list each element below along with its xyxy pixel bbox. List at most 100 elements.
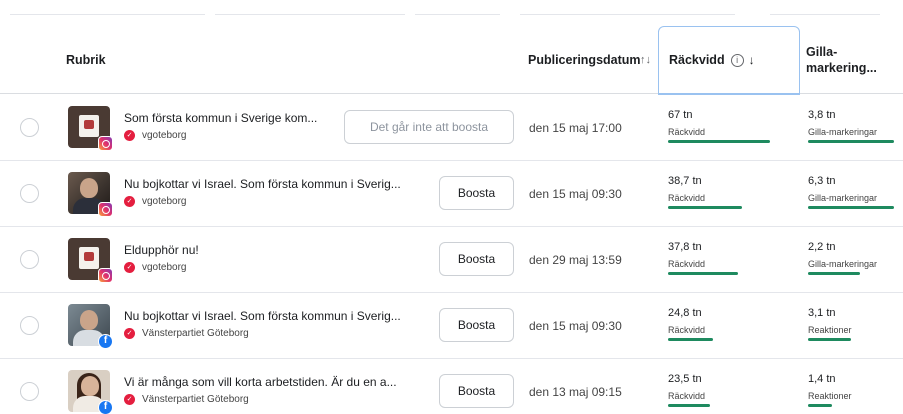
sort-icon[interactable]: ↑↓ <box>640 52 651 68</box>
boost-button[interactable]: Boosta <box>439 176 514 210</box>
reach-value: 37,8 tn <box>668 241 702 253</box>
likes-bar <box>808 140 894 143</box>
reach-value: 67 tn <box>668 109 693 121</box>
reach-bar <box>668 140 770 143</box>
shield-icon: ✓ <box>124 130 135 141</box>
divider <box>520 14 735 15</box>
column-header-likes[interactable]: Gilla-markering... <box>806 26 903 94</box>
likes-metric: 2,2 tn Gilla-markeringar <box>808 241 903 275</box>
divider <box>10 14 205 15</box>
info-icon[interactable]: i <box>730 53 744 67</box>
likes-metric: 3,1 tn Reaktioner <box>808 307 903 341</box>
publish-date: den 13 maj 09:15 <box>529 385 622 399</box>
post-title[interactable]: Nu bojkottar vi Israel. Som första kommu… <box>124 177 429 191</box>
post-account: ✓ Vänsterpartiet Göteborg <box>124 328 249 339</box>
likes-value: 3,1 tn <box>808 307 836 319</box>
likes-value: 3,8 tn <box>808 109 836 121</box>
likes-value: 2,2 tn <box>808 241 836 253</box>
divider <box>415 14 500 15</box>
table-row[interactable]: Nu bojkottar vi Israel. Som första kommu… <box>0 161 903 227</box>
instagram-icon <box>98 136 113 151</box>
publish-date: den 15 maj 17:00 <box>529 121 622 135</box>
post-title[interactable]: Eldupphör nu! <box>124 243 429 257</box>
row-select-radio[interactable] <box>20 250 39 269</box>
divider <box>215 14 405 15</box>
likes-label: Gilla-markeringar <box>808 127 878 137</box>
reach-bar <box>668 338 713 341</box>
likes-label: Gilla-markeringar <box>808 259 878 269</box>
likes-metric: 1,4 tn Reaktioner <box>808 373 903 407</box>
boost-button[interactable]: Boosta <box>439 242 514 276</box>
row-select-radio[interactable] <box>20 382 39 401</box>
table-row[interactable]: Som första kommun i Sverige kom... ✓ vgo… <box>0 95 903 161</box>
likes-label: Reaktioner <box>808 391 852 401</box>
reach-value: 24,8 tn <box>668 307 702 319</box>
row-select-radio[interactable] <box>20 184 39 203</box>
table-row[interactable]: f Nu bojkottar vi Israel. Som första kom… <box>0 293 903 359</box>
instagram-icon <box>98 268 113 283</box>
reach-label: Räckvidd <box>668 193 706 203</box>
column-header-reach[interactable]: Räckvidd i ↓ <box>658 26 800 95</box>
reach-label: Räckvidd <box>668 259 706 269</box>
reach-metric: 37,8 tn Räckvidd <box>668 241 773 275</box>
account-name: vgoteborg <box>142 196 187 207</box>
likes-bar <box>808 272 860 275</box>
column-header-title-label: Rubrik <box>66 53 106 67</box>
boost-button[interactable]: Det går inte att boosta <box>344 110 514 144</box>
reach-bar <box>668 272 738 275</box>
column-header-title[interactable]: Rubrik <box>66 26 106 94</box>
likes-metric: 3,8 tn Gilla-markeringar <box>808 109 903 143</box>
account-name: Vänsterpartiet Göteborg <box>142 328 249 339</box>
likes-value: 6,3 tn <box>808 175 836 187</box>
reach-value: 38,7 tn <box>668 175 702 187</box>
post-title[interactable]: Vi är många som vill korta arbetstiden. … <box>124 375 429 389</box>
post-account: ✓ vgoteborg <box>124 130 186 141</box>
reach-bar <box>668 404 710 407</box>
account-name: Vänsterpartiet Göteborg <box>142 394 249 405</box>
likes-bar <box>808 404 832 407</box>
divider <box>770 14 880 15</box>
table-row[interactable]: f Vi är många som vill korta arbetstiden… <box>0 359 903 414</box>
account-name: vgoteborg <box>142 130 187 141</box>
shield-icon: ✓ <box>124 394 135 405</box>
table-row[interactable]: Eldupphör nu! ✓ vgoteborg Boosta den 29 … <box>0 227 903 293</box>
boost-button[interactable]: Boosta <box>439 308 514 342</box>
likes-bar <box>808 338 851 341</box>
likes-bar <box>808 206 894 209</box>
row-select-radio[interactable] <box>20 316 39 335</box>
reach-value: 23,5 tn <box>668 373 702 385</box>
publish-date: den 15 maj 09:30 <box>529 187 622 201</box>
reach-metric: 23,5 tn Räckvidd <box>668 373 773 407</box>
likes-metric: 6,3 tn Gilla-markeringar <box>808 175 903 209</box>
publish-date: den 29 maj 13:59 <box>529 253 622 267</box>
likes-label: Gilla-markeringar <box>808 193 878 203</box>
post-account: ✓ vgoteborg <box>124 262 186 273</box>
account-name: vgoteborg <box>142 262 187 273</box>
top-filter-strip <box>0 0 903 22</box>
likes-label: Reaktioner <box>808 325 852 335</box>
post-account: ✓ Vänsterpartiet Göteborg <box>124 394 249 405</box>
facebook-icon: f <box>98 334 113 349</box>
table-header: Rubrik Publiceringsdatum ↑↓ Räckvidd i ↓… <box>0 26 903 95</box>
reach-metric: 24,8 tn Räckvidd <box>668 307 773 341</box>
likes-value: 1,4 tn <box>808 373 836 385</box>
reach-bar <box>668 206 742 209</box>
shield-icon: ✓ <box>124 262 135 273</box>
instagram-icon <box>98 202 113 217</box>
column-header-reach-label: Räckvidd <box>669 53 725 67</box>
reach-metric: 38,7 tn Räckvidd <box>668 175 773 209</box>
facebook-icon: f <box>98 400 113 414</box>
row-select-radio[interactable] <box>20 118 39 137</box>
reach-label: Räckvidd <box>668 391 706 401</box>
shield-icon: ✓ <box>124 328 135 339</box>
post-account: ✓ vgoteborg <box>124 196 186 207</box>
post-title[interactable]: Nu bojkottar vi Israel. Som första kommu… <box>124 309 429 323</box>
column-header-date-label: Publiceringsdatum <box>528 53 641 67</box>
boost-button[interactable]: Boosta <box>439 374 514 408</box>
column-header-date[interactable]: Publiceringsdatum ↑↓ <box>528 26 656 94</box>
reach-label: Räckvidd <box>668 127 706 137</box>
post-title[interactable]: Som första kommun i Sverige kom... <box>124 111 339 125</box>
sort-desc-icon[interactable]: ↓ <box>749 52 755 68</box>
shield-icon: ✓ <box>124 196 135 207</box>
publish-date: den 15 maj 09:30 <box>529 319 622 333</box>
